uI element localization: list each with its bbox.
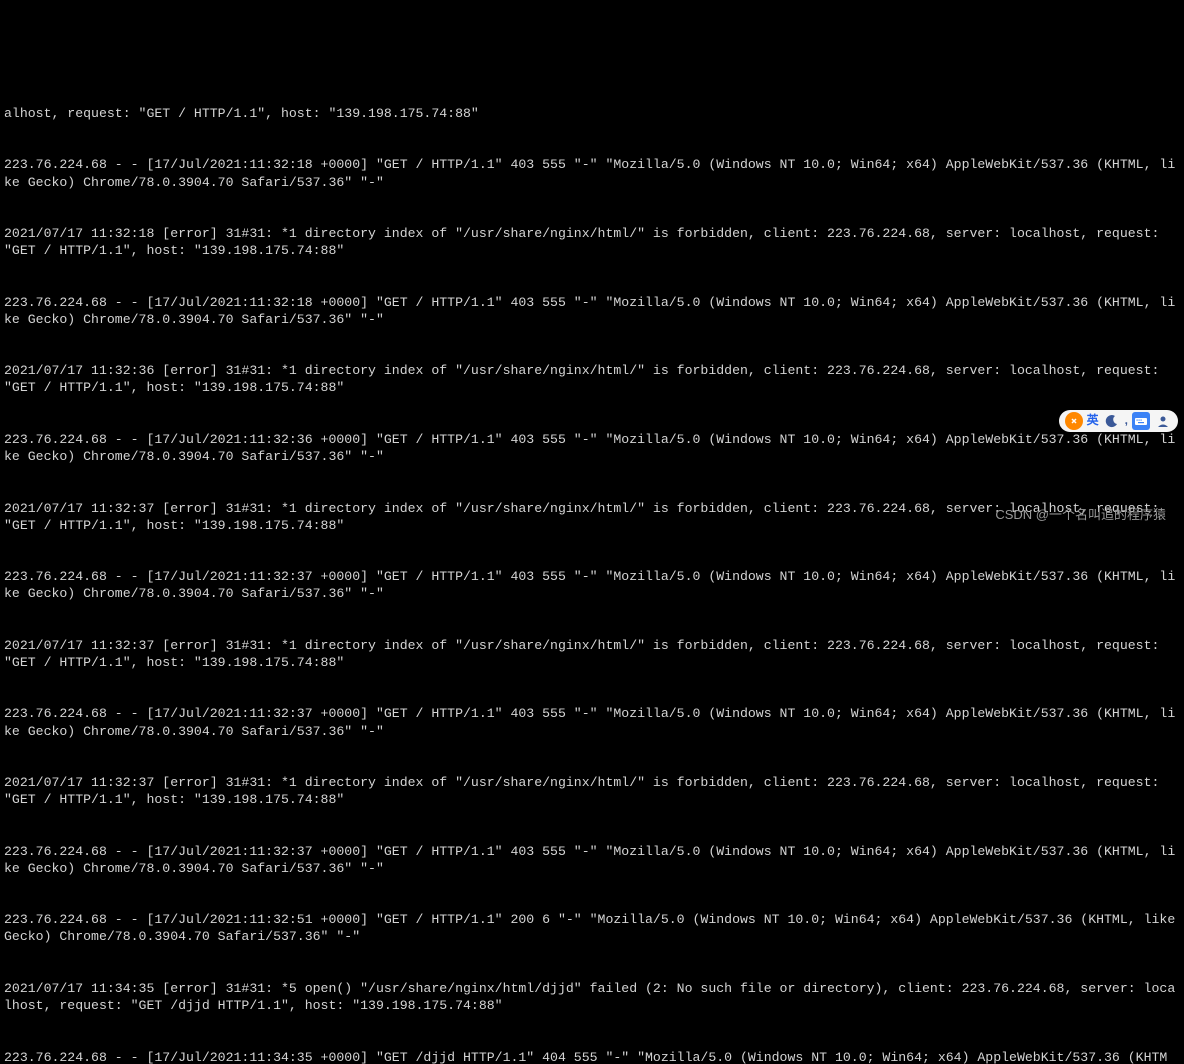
log-line: 223.76.224.68 - - [17/Jul/2021:11:32:51 … [4, 911, 1180, 945]
ime-logo-icon[interactable] [1065, 412, 1083, 430]
log-line: alhost, request: "GET / HTTP/1.1", host:… [4, 105, 1180, 122]
log-line: 223.76.224.68 - - [17/Jul/2021:11:32:37 … [4, 568, 1180, 602]
keyboard-icon[interactable] [1132, 412, 1150, 430]
log-line: 2021/07/17 11:32:18 [error] 31#31: *1 di… [4, 225, 1180, 259]
comma-icon[interactable]: , [1125, 413, 1128, 429]
log-line: 223.76.224.68 - - [17/Jul/2021:11:32:18 … [4, 156, 1180, 190]
log-line: 223.76.224.68 - - [17/Jul/2021:11:32:37 … [4, 843, 1180, 877]
ime-toolbar[interactable]: 英 , [1059, 410, 1178, 432]
ime-language-label[interactable]: 英 [1087, 413, 1099, 429]
moon-icon[interactable] [1103, 412, 1121, 430]
terminal-output[interactable]: alhost, request: "GET / HTTP/1.1", host:… [4, 71, 1180, 1064]
log-line: 2021/07/17 11:34:35 [error] 31#31: *5 op… [4, 980, 1180, 1014]
watermark-text: CSDN @一个名叫追的程序猿 [995, 507, 1166, 524]
person-icon[interactable] [1154, 412, 1172, 430]
log-line: 2021/07/17 11:32:37 [error] 31#31: *1 di… [4, 774, 1180, 808]
log-line: 223.76.224.68 - - [17/Jul/2021:11:32:36 … [4, 431, 1180, 465]
log-line: 2021/07/17 11:32:36 [error] 31#31: *1 di… [4, 362, 1180, 396]
log-line: 2021/07/17 11:32:37 [error] 31#31: *1 di… [4, 637, 1180, 671]
log-line: 223.76.224.68 - - [17/Jul/2021:11:32:37 … [4, 705, 1180, 739]
log-line: 223.76.224.68 - - [17/Jul/2021:11:32:18 … [4, 294, 1180, 328]
log-line: 223.76.224.68 - - [17/Jul/2021:11:34:35 … [4, 1049, 1180, 1064]
